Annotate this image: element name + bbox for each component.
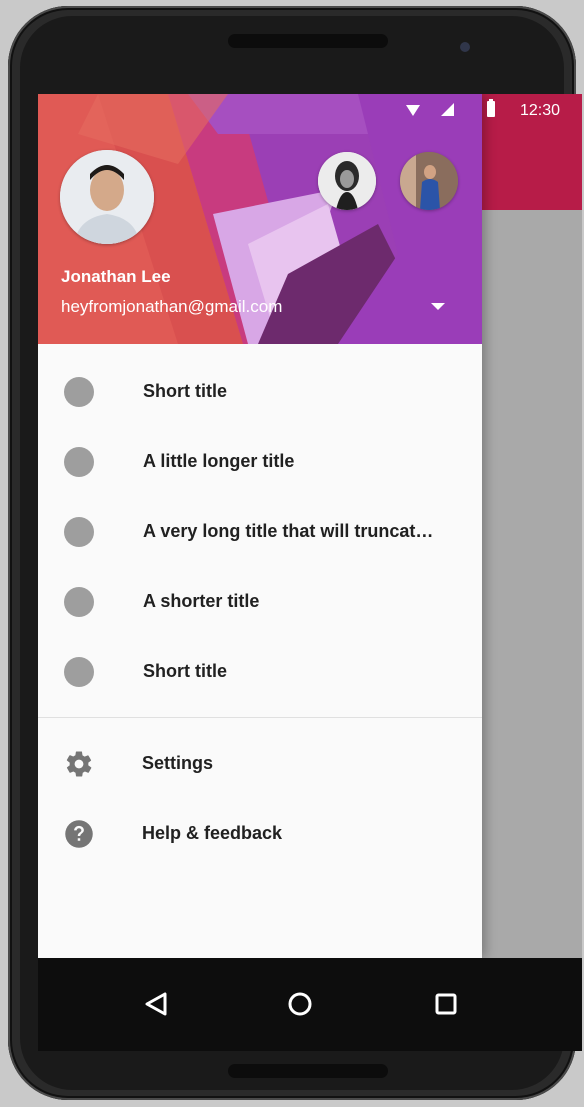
device-frame: 12:30 Jonathan Lee heyfromjonathan@gmail… bbox=[0, 0, 584, 1107]
help-icon bbox=[65, 820, 93, 848]
circle-icon bbox=[64, 587, 94, 617]
drawer-item-settings[interactable]: Settings bbox=[38, 728, 482, 798]
drawer-item-2[interactable]: A little longer title bbox=[38, 426, 482, 496]
navigation-drawer: Jonathan Lee heyfromjonathan@gmail.com S… bbox=[38, 94, 482, 958]
battery-icon bbox=[487, 99, 495, 117]
account-name: Jonathan Lee bbox=[61, 267, 171, 286]
back-icon[interactable] bbox=[132, 980, 180, 1028]
screen: 12:30 Jonathan Lee heyfromjonathan@gmail… bbox=[38, 94, 582, 1051]
circle-icon bbox=[64, 657, 94, 687]
earpiece-speaker bbox=[228, 34, 388, 48]
drawer-item-label: Help & feedback bbox=[142, 823, 283, 843]
drawer-item-label: Settings bbox=[142, 753, 214, 773]
drawer-item-label: A little longer title bbox=[143, 451, 295, 471]
drawer-item-label: Short title bbox=[143, 661, 227, 681]
account-avatar[interactable] bbox=[60, 150, 154, 244]
drawer-divider bbox=[38, 717, 482, 718]
status-time: 12:30 bbox=[519, 102, 560, 119]
wifi-icon bbox=[406, 105, 420, 116]
drawer-item-label: Short title bbox=[143, 381, 227, 401]
status-bar: 12:30 bbox=[38, 94, 582, 126]
drawer-item-3[interactable]: A very long title that will truncat… bbox=[38, 496, 482, 566]
account-email: heyfromjonathan@gmail.com bbox=[61, 297, 283, 316]
drawer-item-4[interactable]: A shorter title bbox=[38, 566, 482, 636]
person-avatar-icon bbox=[318, 152, 376, 210]
circle-icon bbox=[64, 447, 94, 477]
front-camera bbox=[460, 42, 470, 52]
secondary-account-avatar-1[interactable] bbox=[318, 152, 376, 210]
chevron-down-icon[interactable] bbox=[431, 303, 445, 310]
signal-icon bbox=[441, 103, 454, 116]
drawer-item-label: A shorter title bbox=[143, 591, 260, 611]
person-avatar-icon bbox=[400, 152, 458, 210]
secondary-account-avatar-2[interactable] bbox=[400, 152, 458, 210]
drawer-item-help[interactable]: Help & feedback bbox=[38, 798, 482, 868]
drawer-item-1[interactable]: Short title bbox=[38, 356, 482, 426]
recent-apps-icon[interactable] bbox=[422, 980, 470, 1028]
drawer-item-5[interactable]: Short title bbox=[38, 636, 482, 706]
drawer-secondary-list: Settings Help & feedback bbox=[38, 728, 482, 868]
circle-icon bbox=[64, 377, 94, 407]
gear-icon bbox=[66, 751, 92, 777]
home-icon[interactable] bbox=[276, 980, 324, 1028]
drawer-nav-list: Short title A little longer title A very… bbox=[38, 356, 482, 706]
system-navigation-bar bbox=[38, 958, 582, 1051]
person-avatar-icon bbox=[60, 150, 154, 244]
circle-icon bbox=[64, 517, 94, 547]
drawer-header[interactable]: Jonathan Lee heyfromjonathan@gmail.com bbox=[38, 94, 482, 344]
drawer-item-label: A very long title that will truncat… bbox=[143, 521, 434, 541]
bottom-speaker bbox=[228, 1064, 388, 1078]
